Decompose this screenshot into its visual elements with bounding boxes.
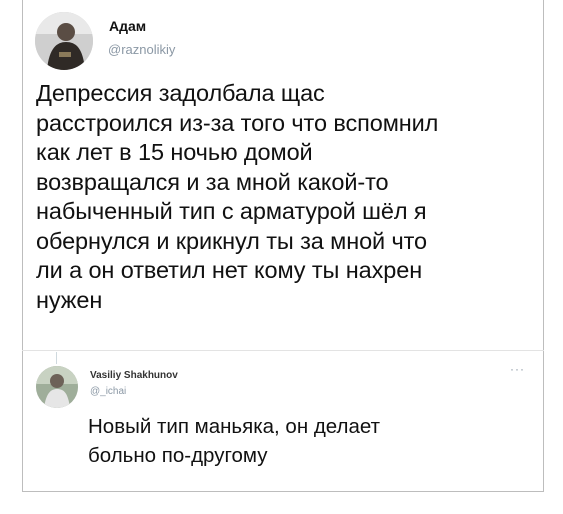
avatar-photo-icon — [35, 12, 93, 70]
tweet-text-line: как лет в 15 ночью домой — [36, 139, 313, 165]
reply-avatar[interactable] — [36, 366, 78, 408]
tweet-text-line: расстроился из-за того что вспомнил — [36, 109, 439, 136]
tweet-text-line: нужен — [36, 286, 103, 313]
reply-author-name[interactable]: Vasiliy Shakhunov — [90, 370, 178, 381]
tweet-text-line: Депрессия задолбала щас — [36, 80, 325, 106]
tweet-text-line: ли а он ответил нет кому ты нахрен — [36, 257, 423, 283]
divider — [22, 350, 544, 351]
avatar[interactable] — [35, 12, 93, 70]
reply-text-line: больно по-другому — [88, 444, 268, 467]
tweet-text: Депрессия задолбала щас расстроился из-з… — [36, 79, 526, 315]
avatar-photo-icon — [36, 366, 78, 408]
tweet-text-line: набыченный тип с арматурой шёл я — [36, 198, 427, 224]
reply-text-line: Новый тип маньяка, он делает — [88, 415, 380, 438]
more-options-icon[interactable]: ··· — [510, 362, 525, 376]
reply-author-handle[interactable]: @_ichai — [90, 386, 126, 397]
author-name[interactable]: Адам — [109, 18, 146, 34]
reply-text: Новый тип маньяка, он делает больно по-д… — [88, 412, 380, 470]
thread-connector — [56, 352, 57, 364]
author-handle[interactable]: @raznolikiy — [108, 42, 175, 57]
tweet-text-line: возвращался и за мной какой-то — [36, 168, 389, 195]
tweet-text-line: обернулся и крикнул ты за мной что — [36, 227, 428, 254]
